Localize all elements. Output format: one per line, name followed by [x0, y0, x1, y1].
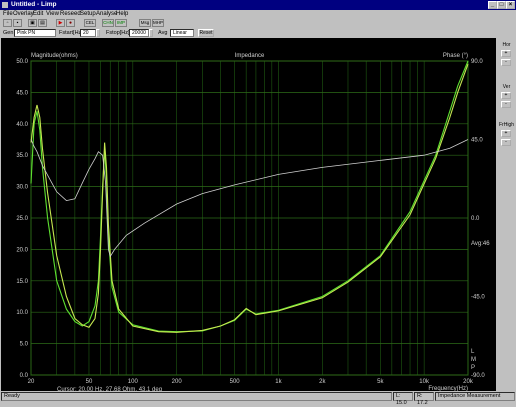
cel-button[interactable]: CEL [84, 19, 96, 27]
menu-overlay[interactable]: Overlay [13, 10, 34, 18]
play-icon[interactable]: ▶ [56, 19, 65, 27]
app-window: Untitled - Limp _ □ × File Overlay Edit … [0, 0, 516, 406]
stop-icon[interactable]: ● [66, 19, 75, 27]
y-tick-label: 50.0 [16, 59, 28, 65]
menu-help[interactable]: Help [116, 10, 128, 18]
ver-minus-button[interactable]: - [501, 101, 511, 108]
print-icon[interactable]: ▤ [38, 19, 47, 27]
x-tick-label: 50 [86, 379, 93, 385]
ver-plus-button[interactable]: + [501, 92, 511, 99]
y2-tick-label: 45.0 [471, 138, 483, 144]
reset-button[interactable]: Reset [198, 29, 214, 37]
y2-tick-label: 90.0 [471, 59, 483, 65]
frhigh-label: FrHigh [498, 122, 514, 128]
lmp-label: L [471, 349, 475, 355]
menu-setup[interactable]: Setup [80, 10, 96, 18]
fstart-spinner[interactable] [96, 29, 100, 37]
impedance-plot[interactable]: 0.0 5.0 10.0 15.0 20.0 25.0 30.0 35.0 40.0 45.0 50… [1, 38, 496, 393]
y-tick-label: 5.0 [20, 342, 29, 348]
y-tick-label: 15.0 [16, 279, 28, 285]
fstart-field[interactable]: 20 [80, 29, 96, 37]
msg-button[interactable]: Msg [139, 19, 151, 27]
open-icon[interactable]: ▪ [13, 19, 22, 27]
status-mode: Impedance Measurement [435, 392, 515, 401]
title-bar: Untitled - Limp _ □ × [0, 0, 516, 10]
close-button[interactable]: × [506, 1, 515, 9]
hor-plus-button[interactable]: + [501, 50, 511, 57]
menu-view[interactable]: View [46, 10, 59, 18]
chart-title: Impedance [235, 53, 265, 59]
ver-label: Ver [502, 84, 511, 90]
hor-minus-button[interactable]: - [501, 59, 511, 66]
y2-tick-label: 0.0 [471, 216, 480, 222]
frhigh-minus-button[interactable]: - [501, 139, 511, 146]
app-icon [2, 2, 8, 8]
x-tick-label: 20 [28, 379, 35, 385]
y-tick-label: 40.0 [16, 122, 28, 128]
impedance-chart: 0.0 5.0 10.0 15.0 20.0 25.0 30.0 35.0 40.0 45.0 50… [16, 53, 490, 393]
status-l-value: L: 15.0 [393, 392, 413, 406]
x-tick-label: 100 [128, 379, 139, 385]
status-r-value: R: 17.2 [414, 392, 434, 406]
y-tick-label: 10.0 [16, 310, 28, 316]
lmp-label: P [471, 365, 475, 371]
menu-bar: File Overlay Edit View Reseed Setup Anal… [0, 10, 516, 18]
minimize-button[interactable]: _ [488, 1, 497, 9]
status-bar: Ready L: 15.0 R: 17.2 Impedance Measurem… [0, 391, 516, 406]
x-tick-label: 1k [275, 379, 282, 385]
avg-label: Avg [158, 30, 168, 36]
mhp-button[interactable]: MHP [152, 19, 164, 27]
status-ready: Ready [1, 392, 392, 401]
y-tick-label: 30.0 [16, 185, 28, 191]
window-title: Untitled - Limp [11, 1, 57, 8]
y-tick-label: 35.0 [16, 153, 28, 159]
frhigh-plus-button[interactable]: + [501, 130, 511, 137]
y-tick-label: 45.0 [16, 90, 28, 96]
gen-label: Gen [3, 30, 14, 36]
fstop-spinner[interactable] [149, 29, 153, 37]
x-tick-label: 500 [230, 379, 241, 385]
x-tick-label: 20k [463, 379, 474, 385]
left-axis-label: Magnitude(ohms) [31, 53, 78, 59]
menu-edit[interactable]: Edit [33, 10, 43, 18]
save-icon[interactable]: ▣ [28, 19, 37, 27]
menu-reseed[interactable]: Reseed [60, 10, 81, 18]
y2-tick-label: -90.0 [471, 373, 485, 379]
lmp-label: M [471, 357, 476, 363]
fstop-label: Fstop[Hz] [106, 30, 130, 36]
new-icon[interactable]: ▫ [3, 19, 12, 27]
x-tick-label: 2k [319, 379, 326, 385]
toolbar: ▫ ▪ ▣ ▤ ▶ ● CEL CHN IMP Msg MHP [0, 18, 516, 28]
fstop-field[interactable]: 20000 [129, 29, 149, 37]
x-tick-label: 10k [419, 379, 430, 385]
menu-analyse[interactable]: Analyse [96, 10, 117, 18]
maximize-button[interactable]: □ [497, 1, 506, 9]
hor-label: Hor [502, 42, 511, 48]
y-tick-label: 20.0 [16, 247, 28, 253]
menu-file[interactable]: File [3, 10, 13, 18]
x-tick-label: 5k [377, 379, 384, 385]
generator-bar: Gen Pink PN Fstart[Hz] 20 Fstop[Hz] 2000… [0, 28, 516, 38]
avg-readout: Avg:46 [471, 241, 490, 247]
y-tick-label: 25.0 [16, 216, 28, 222]
avg-select[interactable]: Linear [170, 29, 194, 37]
y2-tick-label: -45.0 [471, 295, 485, 301]
chn-button[interactable]: CHN [102, 19, 114, 27]
imp-button[interactable]: IMP [115, 19, 127, 27]
right-axis-label: Phase (°) [443, 53, 468, 59]
gen-select[interactable]: Pink PN [14, 29, 56, 37]
x-tick-label: 200 [172, 379, 183, 385]
right-panel: Hor + - Ver + - FrHigh + - [497, 38, 516, 391]
